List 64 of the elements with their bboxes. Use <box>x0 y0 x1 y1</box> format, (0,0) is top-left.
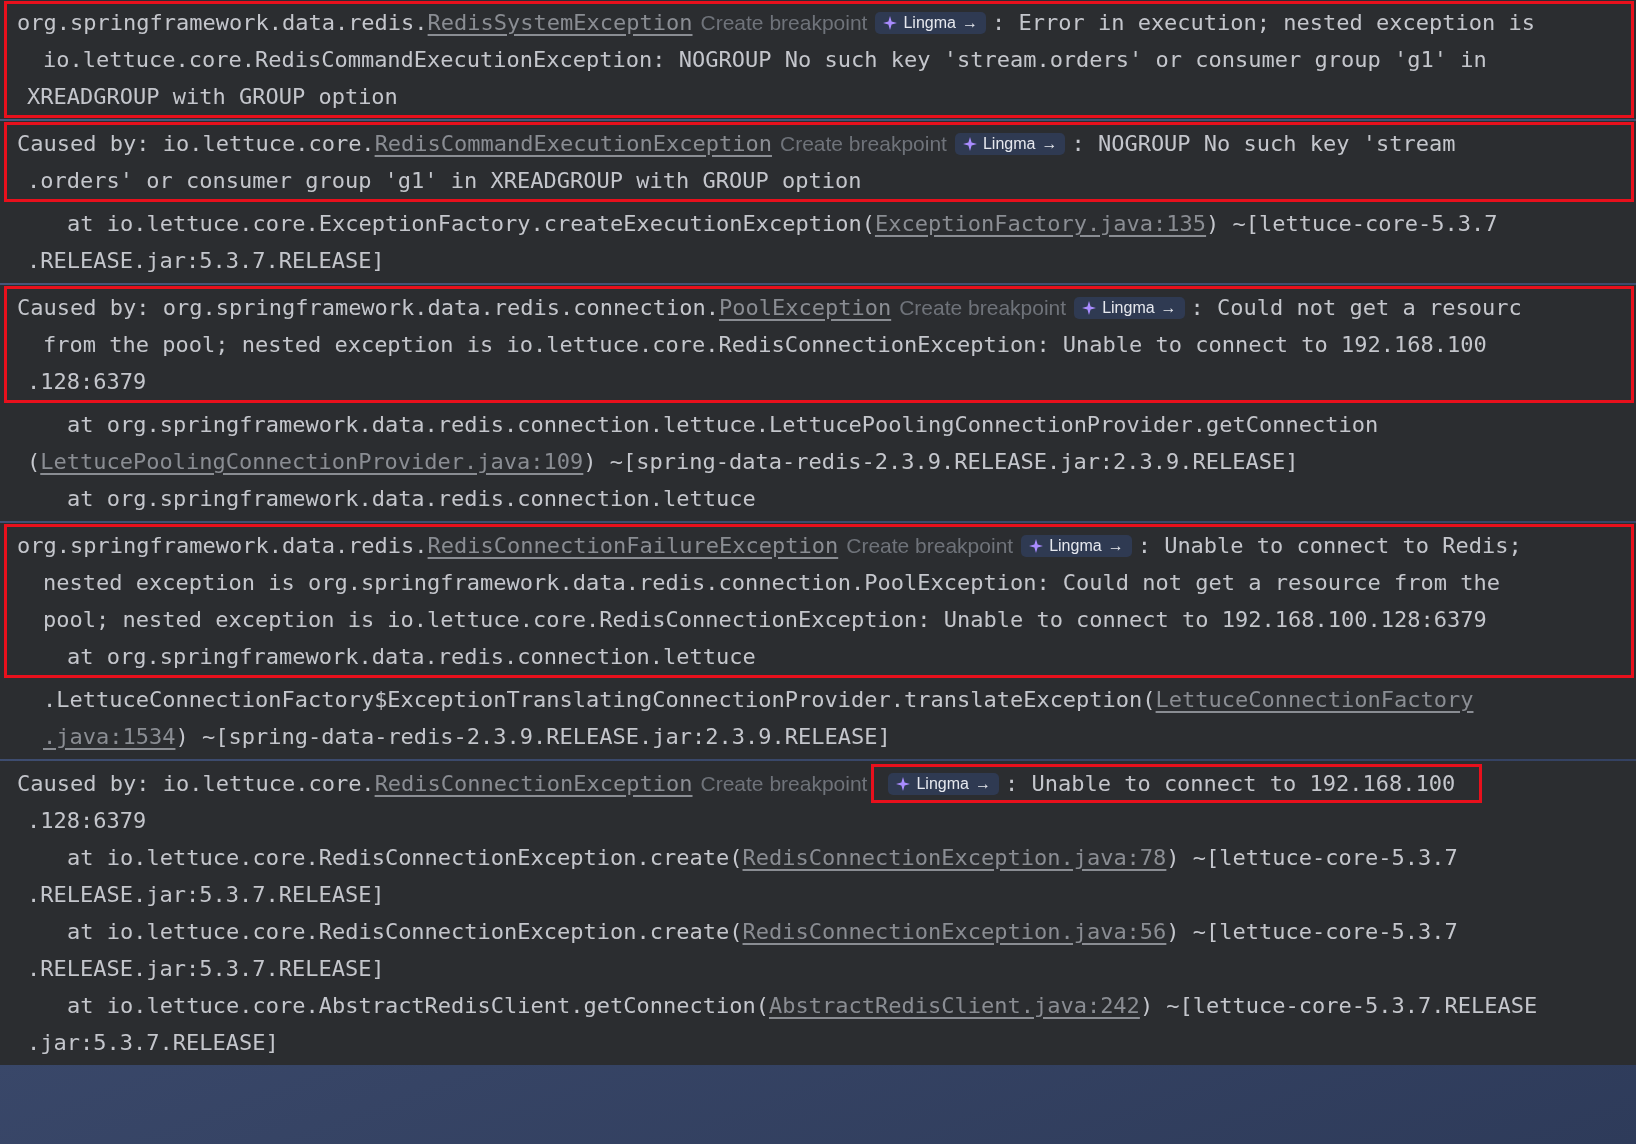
log-text: .RELEASE.jar:5.3.7.RELEASE] <box>27 956 385 981</box>
log-text: Caused by: org.springframework.data.redis.connection. <box>17 295 719 320</box>
create-breakpoint-link[interactable]: Create breakpoint <box>846 533 1014 558</box>
log-text: .128:6379 <box>27 369 147 394</box>
create-breakpoint-link[interactable]: Create breakpoint <box>899 295 1067 320</box>
source-link[interactable]: RedisSystemException <box>427 10 693 35</box>
log-text: .128:6379 <box>27 808 147 833</box>
source-link[interactable]: RedisConnectionFailureException <box>427 533 839 558</box>
log-text: at org.springframework.data.redis.connection.lettuce.LettucePoolingConnectionProvider.getConnection <box>67 412 1379 437</box>
sparkle-icon <box>896 776 911 791</box>
source-link[interactable]: AbstractRedisClient.java:242 <box>769 993 1140 1018</box>
log-text: ) ~[spring-data-redis-2.3.9.RELEASE.jar:2.3.9.RELEASE] <box>175 724 891 749</box>
log-text: XREADGROUP with GROUP option <box>27 84 398 109</box>
log-text: : NOGROUP No such key 'stream <box>1071 131 1456 156</box>
create-breakpoint-link[interactable]: Create breakpoint <box>700 10 868 35</box>
log-text: ) ~[lettuce-core-5.3.7 <box>1206 211 1498 236</box>
log-text: at io.lettuce.core.RedisConnectionException.create( <box>67 845 743 870</box>
create-breakpoint-link[interactable]: Create breakpoint <box>780 131 947 156</box>
log-text: .RELEASE.jar:5.3.7.RELEASE] <box>27 248 385 273</box>
log-text: io.lettuce.core.RedisCommandExecutionException: NOGROUP No such key 'stream.orders' or consumer group 'g1' in <box>43 47 1487 72</box>
log-text: .LettuceConnectionFactory$ExceptionTranslatingConnectionProvider.translateException( <box>43 687 1156 712</box>
log-text: at org.springframework.data.redis.connection.lettuce <box>67 644 756 669</box>
log-text: .RELEASE.jar:5.3.7.RELEASE] <box>27 882 385 907</box>
lingma-button[interactable]: Lingma → <box>888 772 999 795</box>
log-text: at org.springframework.data.redis.connection.lettuce <box>67 486 756 511</box>
lingma-button[interactable]: Lingma → <box>954 132 1066 155</box>
log-text: from the pool; nested exception is io.lettuce.core.RedisConnectionException: Unable to connect to 192.168.100 <box>43 332 1487 357</box>
source-link[interactable]: RedisConnectionException.java:78 <box>742 845 1167 870</box>
log-text: : Could not get a resourc <box>1190 295 1522 320</box>
log-text: ) ~[spring-data-redis-2.3.9.RELEASE.jar:2.3.9.RELEASE] <box>583 449 1299 474</box>
log-text: .jar:5.3.7.RELEASE] <box>27 1030 279 1055</box>
log-text: ) ~[lettuce-core-5.3.7 <box>1166 845 1458 870</box>
log-text: at io.lettuce.core.AbstractRedisClient.getConnection( <box>67 993 769 1018</box>
log-text: : Unable to connect to Redis; <box>1137 533 1522 558</box>
log-text: ) ~[lettuce-core-5.3.7.RELEASE <box>1139 993 1538 1018</box>
log-text: org.springframework.data.redis. <box>17 533 428 558</box>
log-text: : Unable to connect to 192.168.100 <box>1004 771 1456 796</box>
log-text: org.springframework.data.redis. <box>17 10 428 35</box>
source-link[interactable]: .java:1534 <box>43 724 176 749</box>
sparkle-icon <box>962 136 977 151</box>
log-text: ( <box>27 449 41 474</box>
log-text: : Error in execution; nested exception is <box>991 10 1535 35</box>
sparkle-icon <box>1082 300 1097 315</box>
lingma-button[interactable]: Lingma → <box>1074 296 1185 319</box>
source-link[interactable]: PoolException <box>719 295 892 320</box>
log-text: Caused by: io.lettuce.core. <box>17 131 375 156</box>
source-link[interactable]: RedisConnectionException.java:56 <box>742 919 1167 944</box>
log-text: .orders' or consumer group 'g1' in XREADGROUP with GROUP option <box>27 168 862 193</box>
lingma-button[interactable]: Lingma → <box>1021 534 1132 557</box>
lingma-button[interactable]: Lingma → <box>875 11 986 34</box>
sparkle-icon <box>1029 538 1044 553</box>
source-link[interactable]: RedisCommandExecutionException <box>374 131 772 156</box>
create-breakpoint-link[interactable]: Create breakpoint <box>700 771 868 796</box>
source-link[interactable]: LettucePoolingConnectionProvider.java:109 <box>40 449 584 474</box>
source-link[interactable]: RedisConnectionException <box>374 771 693 796</box>
log-text: nested exception is org.springframework.data.redis.connection.PoolException: Could not get a resource from the <box>43 570 1500 595</box>
source-link[interactable]: ExceptionFactory.java:135 <box>874 211 1207 236</box>
log-text: ) ~[lettuce-core-5.3.7 <box>1166 919 1458 944</box>
source-link[interactable]: LettuceConnectionFactory <box>1155 687 1474 712</box>
log-text: Caused by: io.lettuce.core. <box>17 771 375 796</box>
log-text: pool; nested exception is io.lettuce.core.RedisConnectionException: Unable to connect to 192.168.100.128:6379 <box>43 607 1487 632</box>
log-text: at io.lettuce.core.ExceptionFactory.createExecutionException( <box>67 211 875 236</box>
log-text: at io.lettuce.core.RedisConnectionException.create( <box>67 919 743 944</box>
sparkle-icon <box>883 15 898 30</box>
